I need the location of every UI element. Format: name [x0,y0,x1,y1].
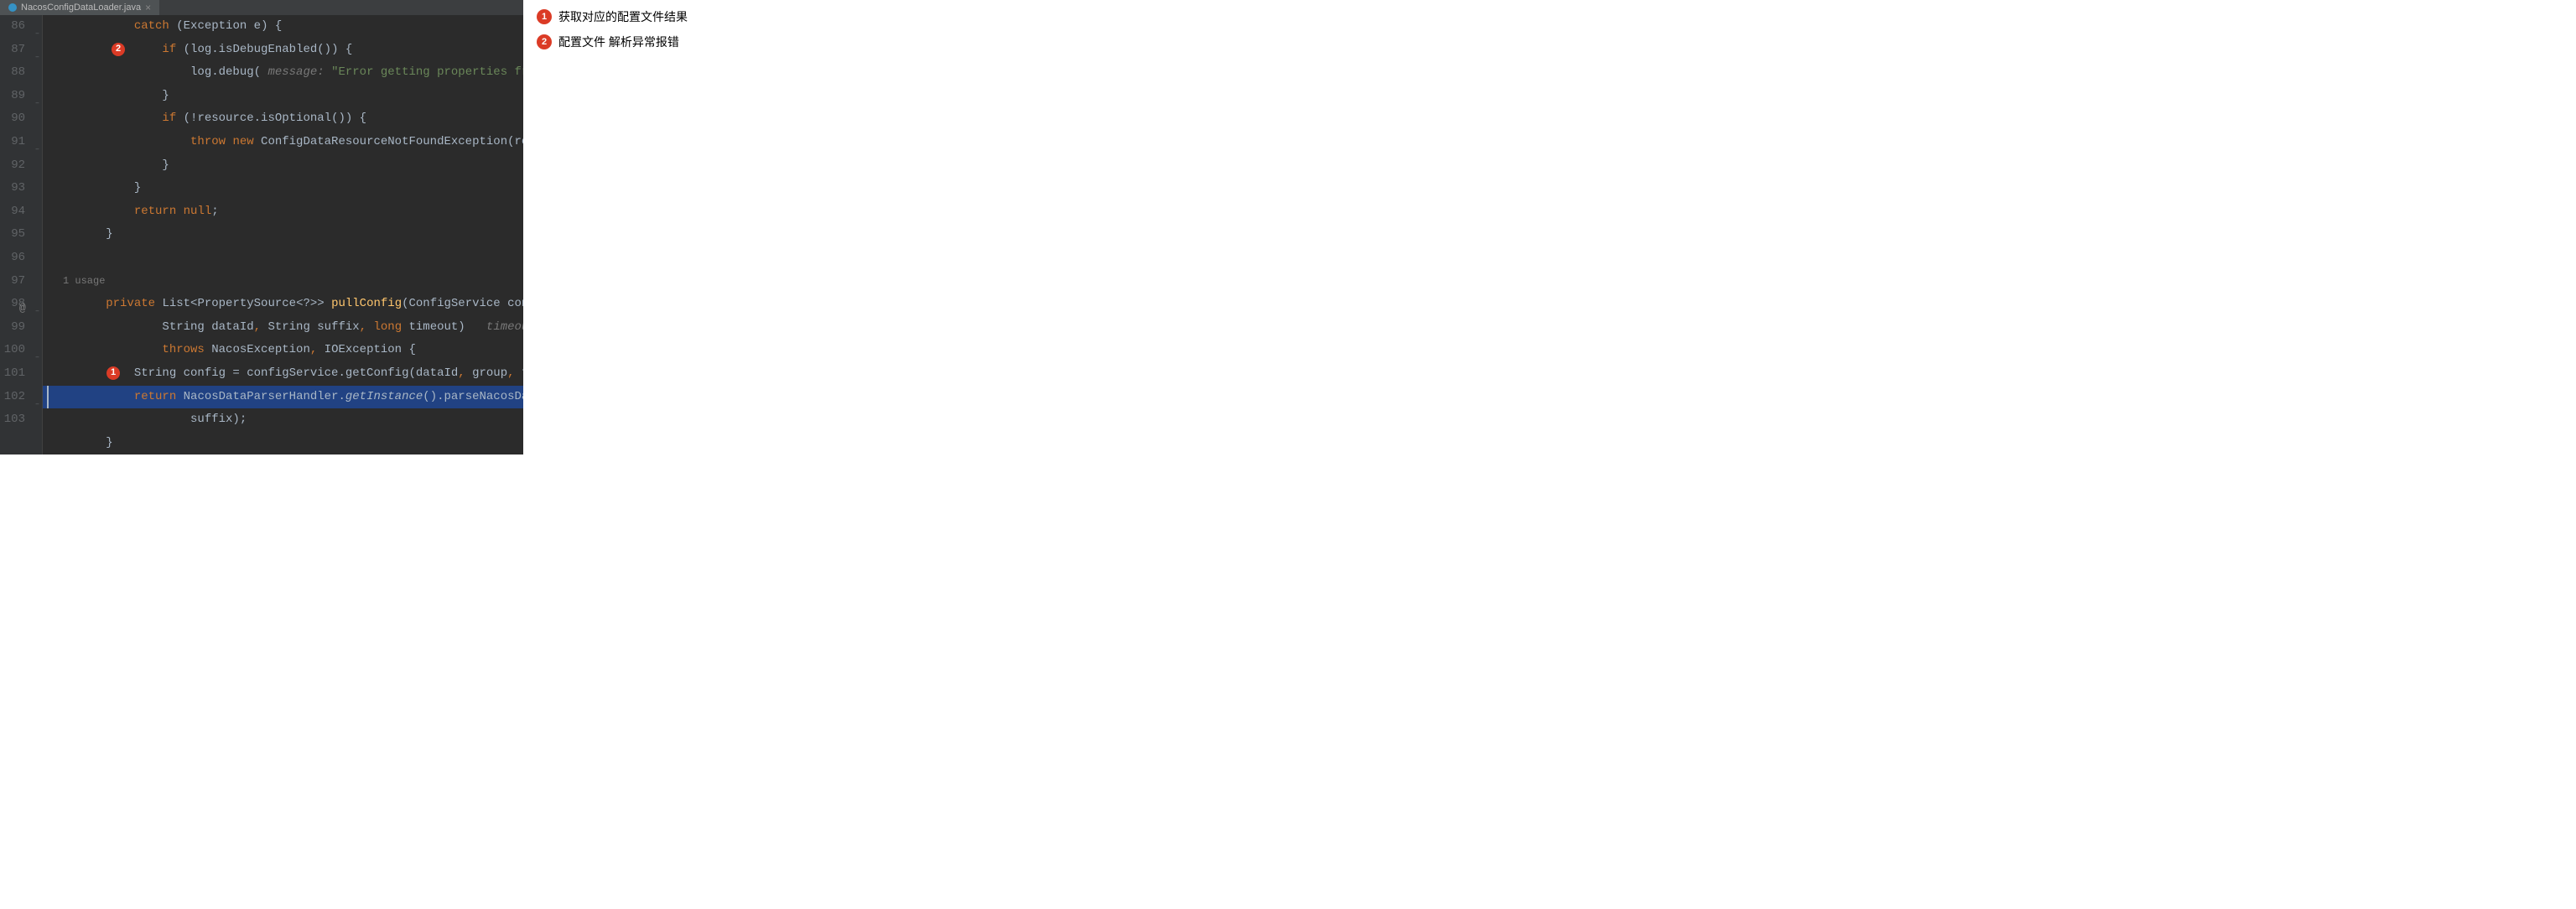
line-number: 96 [0,247,25,270]
fold-handle-icon[interactable]: – [34,46,41,70]
code-line[interactable]: log.debug( message: "Error getting prope… [43,61,523,85]
line-number: 95 [0,223,25,247]
fold-handle-icon[interactable]: – [34,346,41,370]
editor-tab[interactable]: NacosConfigDataLoader.java × [0,0,159,15]
line-number: 91 [0,131,25,154]
line-number: 88 [0,61,25,85]
fold-column: –––––––@ [32,15,43,454]
annotation-text: 配置文件 解析异常报错 [558,34,679,50]
line-number: 92 [0,154,25,178]
annotation-marker[interactable]: 2 [112,43,125,56]
annotation-note: 1 获取对应的配置文件结果 [537,8,1275,25]
code-line[interactable]: 1 usage [43,270,523,293]
caret [47,386,49,409]
line-number: 100 [0,339,25,362]
line-number-gutter: 8687888990919293949596979899100101102103 [0,15,32,454]
code-line[interactable]: String dataId, String suffix, long timeo… [43,316,523,340]
line-number: 89 [0,85,25,108]
line-number: 93 [0,177,25,200]
ide-pane: NacosConfigDataLoader.java × 86878889909… [0,0,523,454]
code-line[interactable]: return null; [43,200,523,224]
line-number: 102 [0,386,25,409]
tab-bar: NacosConfigDataLoader.java × [0,0,523,15]
fold-handle-icon[interactable]: – [34,300,41,324]
fold-handle-icon[interactable]: – [34,393,41,417]
annotation-text: 获取对应的配置文件结果 [558,8,688,25]
code-line[interactable]: } [43,432,523,454]
code-line[interactable] [43,247,523,270]
code-line[interactable]: catch (Exception e) { [43,15,523,39]
line-number: 101 [0,362,25,386]
line-number: 86 [0,15,25,39]
code-line[interactable]: return NacosDataParserHandler.getInstanc… [43,386,523,409]
code-area[interactable]: catch (Exception e) { if (log.isDebugEna… [43,15,523,454]
annotation-number-icon: 2 [537,34,552,49]
override-gutter-icon[interactable]: @ [19,297,26,320]
code-line[interactable]: } [43,85,523,108]
tab-filename: NacosConfigDataLoader.java [21,3,141,13]
fold-handle-icon[interactable]: – [34,138,41,162]
code-line[interactable]: private List<PropertySource<?>> pullConf… [43,293,523,316]
code-line[interactable]: throw new ConfigDataResourceNotFoundExce… [43,131,523,154]
close-icon[interactable]: × [145,2,151,13]
line-number: 94 [0,200,25,224]
code-line[interactable]: } [43,154,523,178]
code-line[interactable]: } [43,177,523,200]
code-line[interactable]: } [43,223,523,247]
code-line[interactable]: suffix); [43,408,523,432]
line-number: 103 [0,408,25,432]
java-class-icon [8,3,17,12]
code-line[interactable]: if (!resource.isOptional()) { [43,107,523,131]
editor[interactable]: 8687888990919293949596979899100101102103… [0,15,523,454]
annotation-pane: 1 获取对应的配置文件结果 2 配置文件 解析异常报错 [523,0,1288,454]
line-number: 90 [0,107,25,131]
fold-handle-icon[interactable]: – [34,92,41,116]
code-line[interactable]: throws NacosException, IOException { [43,339,523,362]
fold-handle-icon[interactable]: – [34,23,41,46]
annotation-number-icon: 1 [537,9,552,24]
annotation-marker[interactable]: 1 [106,366,120,380]
annotation-note: 2 配置文件 解析异常报错 [537,34,1275,50]
line-number: 97 [0,270,25,293]
line-number: 87 [0,39,25,62]
